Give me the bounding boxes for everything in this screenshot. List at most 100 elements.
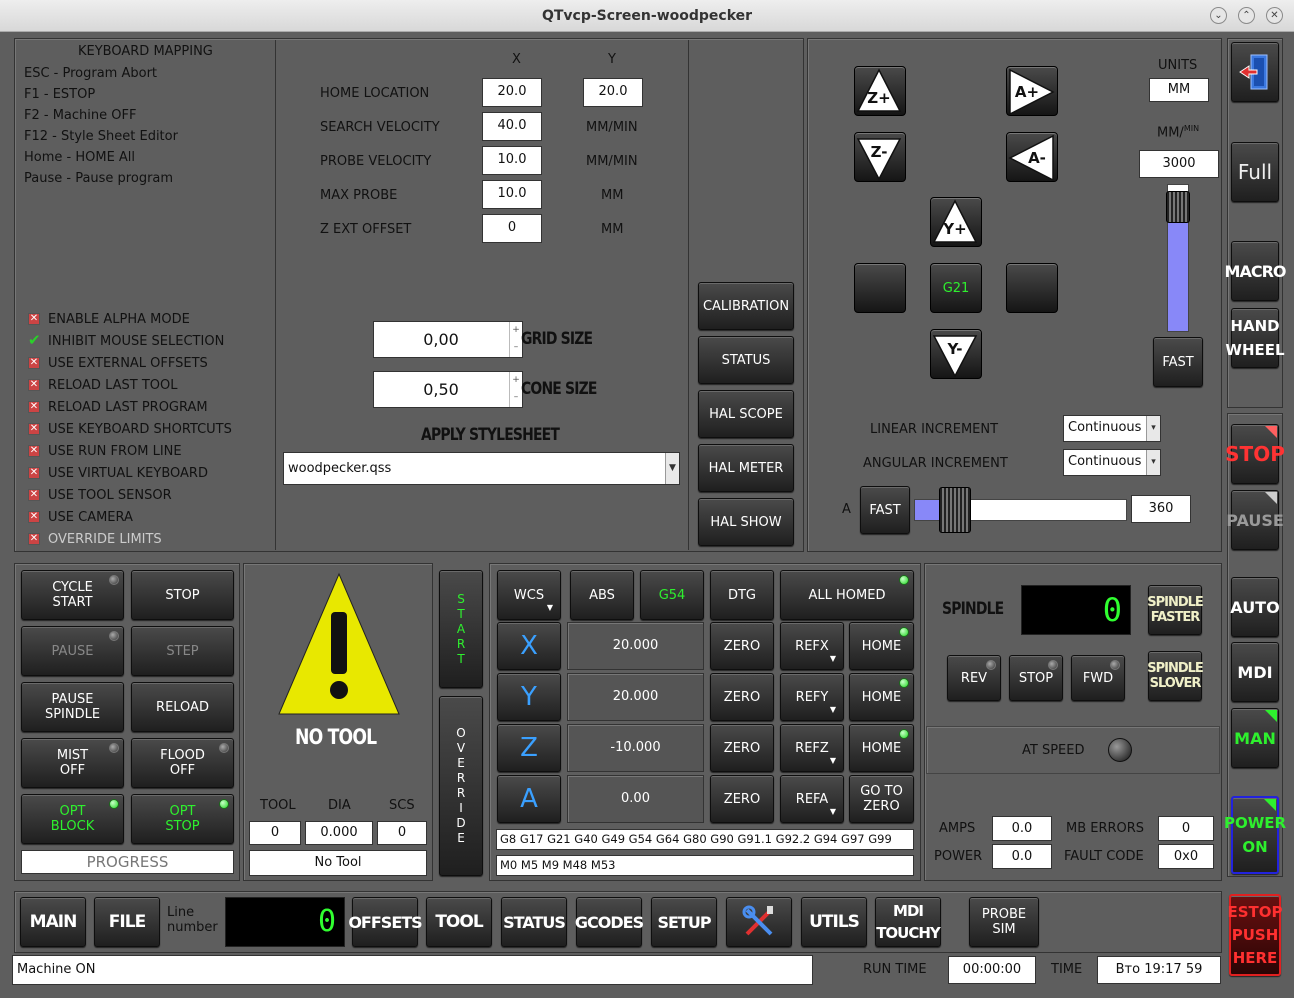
ref-x-button[interactable]: REFX ▼ <box>780 622 844 670</box>
wcs-button[interactable]: WCS ▼ <box>497 570 561 620</box>
home-a-button[interactable]: GO TO ZERO <box>849 775 914 823</box>
a-fast-button[interactable]: FAST <box>860 486 910 534</box>
cycle-pause-button[interactable]: PAUSE <box>21 626 124 676</box>
tools-tab-button[interactable] <box>726 897 792 947</box>
start-button[interactable]: START <box>439 570 483 688</box>
max-probe-field[interactable]: 10.0 <box>482 180 542 209</box>
axis-a-button[interactable]: A <box>497 775 561 823</box>
jog-a-minus-button[interactable]: A- <box>1006 132 1058 182</box>
utils-tab-button[interactable]: UTILS <box>801 897 867 947</box>
option-checkbox[interactable]: ✕ <box>28 467 40 479</box>
mist-button[interactable]: MIST OFF <box>21 738 124 788</box>
angular-increment-combo[interactable]: Continuous ▾ <box>1063 449 1161 476</box>
home-z-button[interactable]: HOME <box>849 724 914 772</box>
option-checkbox[interactable]: ✕ <box>28 533 40 545</box>
home-y-button[interactable]: HOME <box>849 673 914 721</box>
exit-button[interactable] <box>1231 42 1279 102</box>
z-ext-offset-field[interactable]: 0 <box>482 214 542 243</box>
search-velocity-field[interactable]: 40.0 <box>482 112 542 141</box>
home-x-field[interactable]: 20.0 <box>482 78 542 107</box>
power-on-button[interactable]: POWER ON <box>1224 796 1286 874</box>
option-checkbox[interactable]: ✕ <box>28 313 40 325</box>
jog-y-plus-button[interactable]: Y+ <box>930 197 982 247</box>
a-rate-field[interactable]: 360 <box>1131 495 1191 523</box>
jog-y-minus-button[interactable]: Y- <box>930 329 982 379</box>
manual-mode-button[interactable]: MAN <box>1231 708 1279 768</box>
minimize-icon[interactable]: ⌄ <box>1210 7 1227 24</box>
cycle-stop-button[interactable]: STOP <box>131 570 234 620</box>
jog-z-minus-button[interactable]: Z- <box>854 132 906 182</box>
stop-button[interactable]: STOP <box>1225 424 1285 484</box>
option-checkbox[interactable]: ✕ <box>28 445 40 457</box>
ref-y-button[interactable]: REFY ▼ <box>780 673 844 721</box>
mdi-mode-button[interactable]: MDI <box>1231 642 1279 702</box>
probe-velocity-field[interactable]: 10.0 <box>482 146 542 175</box>
option-checkbox[interactable]: ✕ <box>28 379 40 391</box>
stylesheet-combo[interactable]: woodpecker.qss ▼ <box>283 452 680 485</box>
dtg-button[interactable]: DTG <box>710 570 774 620</box>
abs-button[interactable]: ABS <box>570 570 634 620</box>
offsets-tab-button[interactable]: OFFSETS <box>348 897 423 947</box>
a-rate-slider-handle[interactable] <box>938 487 971 533</box>
full-screen-button[interactable]: Full <box>1231 142 1279 202</box>
close-icon[interactable]: ✕ <box>1266 7 1283 24</box>
status-tab-button[interactable]: STATUS <box>501 897 567 947</box>
cycle-step-button[interactable]: STEP <box>131 626 234 676</box>
jog-a-plus-button[interactable]: A+ <box>1006 66 1058 116</box>
maximize-icon[interactable]: ⌃ <box>1238 7 1255 24</box>
cone-size-spinbox[interactable]: 0,50 <box>373 371 523 408</box>
opt-block-button[interactable]: OPT BLOCK <box>21 794 124 844</box>
linear-increment-combo[interactable]: Continuous ▾ <box>1063 415 1161 442</box>
home-y-field[interactable]: 20.0 <box>583 78 643 107</box>
zero-z-button[interactable]: ZERO <box>710 724 774 772</box>
fast-button[interactable]: FAST <box>1153 337 1203 387</box>
jog-z-plus-button[interactable]: Z+ <box>854 66 906 116</box>
option-checkbox[interactable]: ✕ <box>28 401 40 413</box>
jog-rate-slider[interactable] <box>1166 184 1190 332</box>
mdi-touchy-tab-button[interactable]: MDI TOUCHY <box>875 897 941 947</box>
spindle-stop-button[interactable]: STOP <box>1009 655 1063 701</box>
auto-mode-button[interactable]: AUTO <box>1230 577 1280 637</box>
axis-y-button[interactable]: Y <box>497 673 561 721</box>
ref-z-button[interactable]: REFZ ▼ <box>780 724 844 772</box>
zero-x-button[interactable]: ZERO <box>710 622 774 670</box>
g54-button[interactable]: G54 <box>640 570 704 620</box>
tool-tab-button[interactable]: TOOL <box>426 897 492 947</box>
jog-x-plus-button[interactable] <box>1006 263 1058 313</box>
cycle-start-button[interactable]: CYCLE START <box>21 570 124 620</box>
axis-z-button[interactable]: Z <box>497 724 561 772</box>
probe-sim-button[interactable]: PROBE SIM <box>969 897 1039 947</box>
a-rate-slider[interactable] <box>914 487 1127 533</box>
option-checkbox[interactable]: ✕ <box>28 511 40 523</box>
option-checkbox[interactable]: ✕ <box>28 423 40 435</box>
home-x-button[interactable]: HOME <box>849 622 914 670</box>
jog-rate-field[interactable]: 3000 <box>1139 150 1219 178</box>
estop-button[interactable]: ESTOP PUSH HERE <box>1227 894 1283 976</box>
utils-button-hal-meter[interactable]: HAL METER <box>698 444 794 492</box>
jog-x-minus-button[interactable] <box>854 263 906 313</box>
spindle-fwd-button[interactable]: FWD <box>1071 655 1125 701</box>
option-checkbox[interactable]: ✔ <box>28 333 41 348</box>
file-tab-button[interactable]: FILE <box>94 897 160 947</box>
utils-button-hal-scope[interactable]: HAL SCOPE <box>698 390 794 438</box>
g21-button[interactable]: G21 <box>930 263 982 313</box>
opt-stop-button[interactable]: OPT STOP <box>131 794 234 844</box>
flood-button[interactable]: FLOOD OFF <box>131 738 234 788</box>
utils-button-calibration[interactable]: CALIBRATION <box>698 282 794 330</box>
pause-button[interactable]: PAUSE <box>1226 490 1284 550</box>
zero-a-button[interactable]: ZERO <box>710 775 774 823</box>
pause-spindle-button[interactable]: PAUSE SPINDLE <box>21 682 124 732</box>
axis-x-button[interactable]: X <box>497 622 561 670</box>
override-button[interactable]: OVERRIDE <box>439 696 483 876</box>
spindle-slower-button[interactable]: SPINDLE SLOVER <box>1147 651 1204 701</box>
option-checkbox[interactable]: ✕ <box>28 357 40 369</box>
ref-a-button[interactable]: REFA ▼ <box>780 775 844 823</box>
handwheel-button[interactable]: HAND WHEEL <box>1225 308 1285 368</box>
zero-y-button[interactable]: ZERO <box>710 673 774 721</box>
macro-button[interactable]: MACRO <box>1225 241 1286 301</box>
utils-button-status[interactable]: STATUS <box>698 336 794 384</box>
option-checkbox[interactable]: ✕ <box>28 489 40 501</box>
main-tab-button[interactable]: MAIN <box>20 897 86 947</box>
gcodes-tab-button[interactable]: GCODES <box>575 897 644 947</box>
spindle-faster-button[interactable]: SPINDLE FASTER <box>1147 585 1204 635</box>
